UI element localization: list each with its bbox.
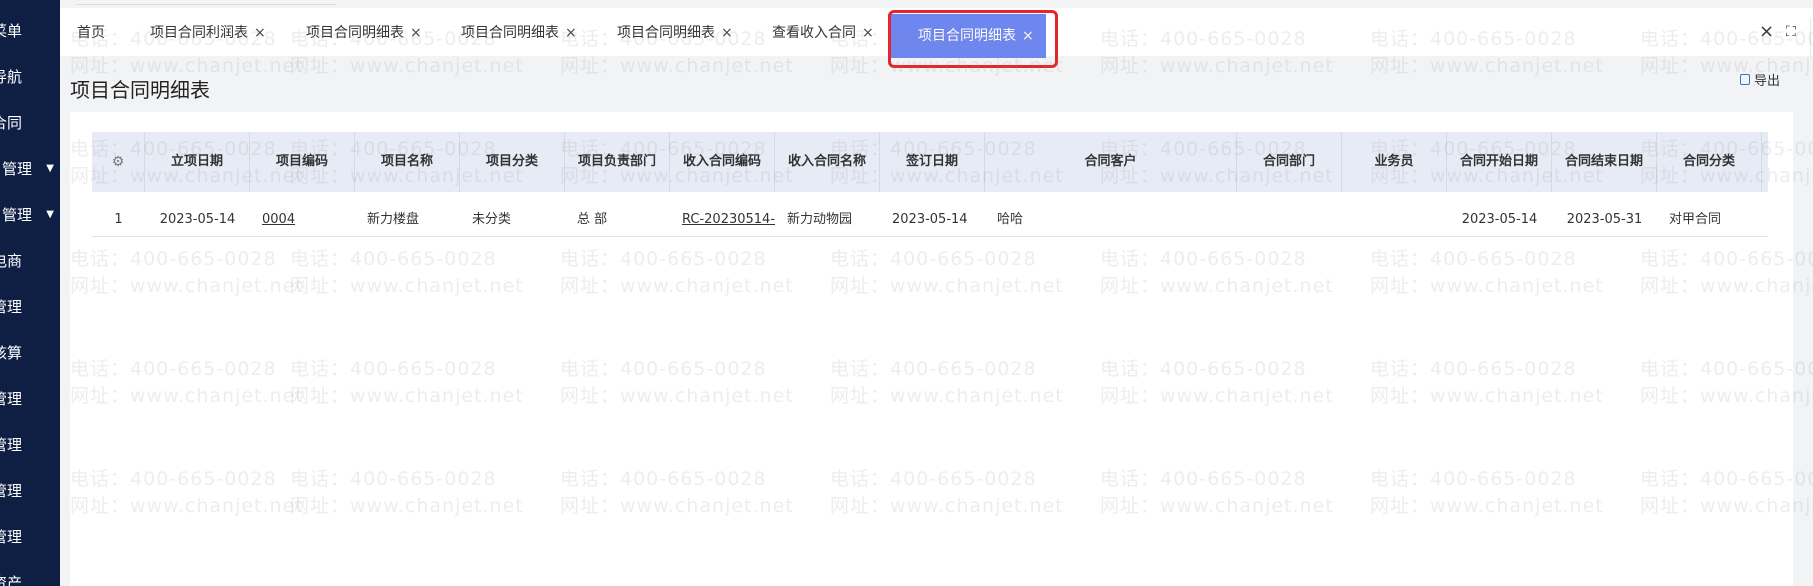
tab-separator: [1810, 18, 1811, 58]
sidebar-item[interactable]: 管理: [0, 476, 60, 506]
column-header[interactable]: 合同结束日期: [1552, 132, 1657, 192]
tab-label: 项目合同明细表: [617, 25, 715, 41]
cell-project-code-link[interactable]: 0004: [250, 204, 355, 236]
sidebar-item-label: 电商: [0, 252, 22, 270]
column-header[interactable]: 业务员: [1342, 132, 1447, 192]
caret-down-icon: ▼: [46, 163, 54, 174]
sidebar-item-label: 管理: [0, 436, 22, 454]
column-header[interactable]: 项目分类: [460, 132, 565, 192]
top-strip: [60, 0, 1813, 8]
sidebar-item-label: 合同: [0, 114, 22, 132]
cell-contract-type: 对甲合同: [1669, 212, 1722, 227]
column-header[interactable]: 项目名称: [355, 132, 460, 192]
sidebar-item[interactable]: 合同: [0, 108, 60, 138]
tab-project-contract-profit[interactable]: 项目合同利润表 ×: [150, 17, 266, 49]
close-icon[interactable]: ×: [862, 25, 874, 41]
tab-home[interactable]: 首页: [77, 17, 105, 49]
close-icon[interactable]: ×: [721, 25, 733, 41]
sidebar-item-label: 核算: [0, 344, 22, 362]
column-header[interactable]: 签订日期: [880, 132, 985, 192]
sidebar-item[interactable]: 电商: [0, 246, 60, 276]
sidebar-item-label: 资产: [0, 574, 22, 586]
tab-label: 首页: [77, 25, 105, 41]
tab-view-income-contract[interactable]: 查看收入合同 ×: [772, 17, 874, 49]
column-header[interactable]: 立项日期: [145, 132, 250, 192]
close-icon[interactable]: ×: [254, 25, 266, 41]
close-icon[interactable]: ×: [410, 25, 422, 41]
sidebar-item-label: 管理: [0, 390, 22, 408]
sidebar-item[interactable]: 资产: [0, 568, 60, 586]
sidebar-item-label: 导航: [0, 68, 22, 86]
cell-contract-name: 新力动物园: [787, 212, 853, 227]
export-icon: [1740, 74, 1750, 85]
sidebar: 菜单导航合同管理▼管理▼电商管理核算管理管理管理管理资产: [0, 0, 60, 586]
export-label: 导出: [1754, 74, 1781, 89]
page-title: 项目合同明细表: [70, 78, 210, 102]
sidebar-item-label: 管理: [0, 482, 22, 500]
sidebar-item[interactable]: 管理: [0, 384, 60, 414]
sidebar-item[interactable]: 管理: [0, 430, 60, 460]
cell-department: 总 部: [577, 212, 608, 227]
sidebar-item[interactable]: 菜单: [0, 16, 60, 46]
highlight-box: [888, 10, 1058, 68]
close-all-tabs-icon[interactable]: ×: [1759, 23, 1774, 41]
column-header[interactable]: 合同客户: [985, 132, 1237, 192]
column-header[interactable]: 收入合同名称: [775, 132, 880, 192]
fullscreen-icon[interactable]: ⛶: [1786, 23, 1796, 41]
cell-contract-start: 2023-05-14: [1461, 212, 1538, 227]
sidebar-item[interactable]: 导航: [0, 62, 60, 92]
cell-contract-end: 2023-05-31: [1566, 212, 1643, 227]
table-row[interactable]: 1 2023-05-14 0004 新力楼盘 未分类 总 部 RC-202305…: [92, 204, 1768, 237]
sidebar-item[interactable]: 管理: [0, 522, 60, 552]
tab-label: 项目合同明细表: [306, 25, 404, 41]
sidebar-item-label: 管理: [1, 160, 32, 178]
column-header[interactable]: 收入合同编码: [670, 132, 775, 192]
cell-customer: 哈哈: [997, 212, 1024, 227]
column-header[interactable]: 合同开始日期: [1447, 132, 1552, 192]
column-header[interactable]: 合同分类: [1657, 132, 1762, 192]
export-button[interactable]: 导出: [1740, 70, 1780, 89]
tab-project-contract-detail-2[interactable]: 项目合同明细表 ×: [461, 17, 577, 49]
row-index: 1: [114, 212, 123, 227]
close-icon[interactable]: ×: [565, 25, 577, 41]
column-header[interactable]: 合同部门: [1237, 132, 1342, 192]
cell-salesperson: [1342, 204, 1447, 236]
sidebar-item[interactable]: 管理 ▼: [0, 154, 60, 184]
caret-down-icon: ▼: [46, 209, 54, 220]
sidebar-item[interactable]: 管理: [0, 292, 60, 322]
tab-label: 项目合同利润表: [150, 25, 248, 41]
cell-contract-code-link[interactable]: RC-20230514-0: [670, 204, 775, 236]
tab-label: 查看收入合同: [772, 25, 856, 41]
column-header[interactable]: 项目编码: [250, 132, 355, 192]
content-panel: ⚙ 立项日期 项目编码 项目名称 项目分类 项目负责部门 收入合同编码 收入合同…: [70, 112, 1793, 586]
cell-start-date: 2023-05-14: [159, 212, 236, 227]
cell-sign-date: 2023-05-14: [892, 212, 968, 227]
sidebar-item[interactable]: 核算: [0, 338, 60, 368]
column-settings-icon[interactable]: ⚙: [92, 132, 145, 192]
cell-contract-dept: [1237, 204, 1342, 236]
tab-label: 项目合同明细表: [461, 25, 559, 41]
sidebar-item-label: 菜单: [0, 22, 22, 40]
table-header: ⚙ 立项日期 项目编码 项目名称 项目分类 项目负责部门 收入合同编码 收入合同…: [92, 132, 1768, 192]
sidebar-item-label: 管理: [1, 206, 32, 224]
tab-project-contract-detail-1[interactable]: 项目合同明细表 ×: [306, 17, 422, 49]
cell-project-category: 未分类: [472, 212, 512, 227]
top-divider: [76, 4, 336, 5]
sidebar-item-label: 管理: [0, 298, 22, 316]
sidebar-item[interactable]: 管理 ▼: [0, 200, 60, 230]
cell-project-name: 新力楼盘: [367, 212, 420, 227]
tab-project-contract-detail-3[interactable]: 项目合同明细表 ×: [617, 17, 733, 49]
sidebar-item-label: 管理: [0, 528, 22, 546]
column-header[interactable]: 项目负责部门: [565, 132, 670, 192]
